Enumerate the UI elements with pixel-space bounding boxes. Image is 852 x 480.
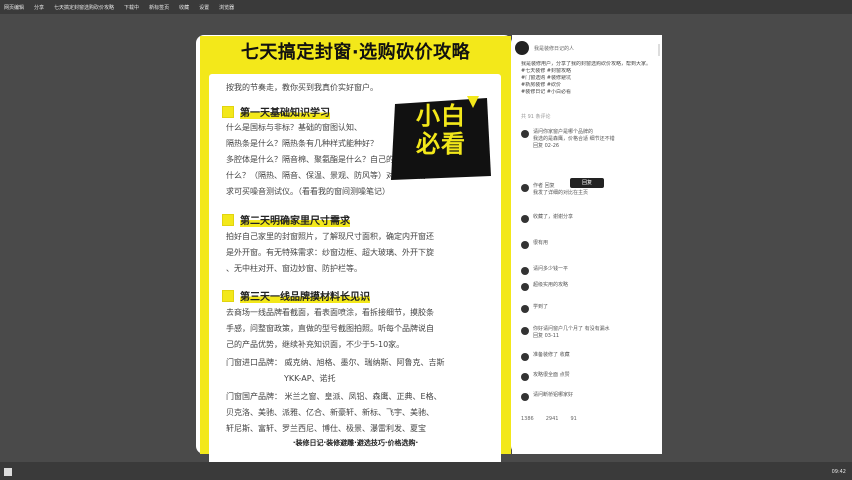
- avatar[interactable]: [521, 184, 529, 192]
- taskbar: [0, 462, 852, 480]
- brand-list-line: 贝克洛、美驰、派雅、亿合、新豪轩、新标、飞宇、美驰、: [226, 408, 434, 417]
- comment-item[interactable]: 准备装修了 收藏: [521, 352, 653, 361]
- comment-item[interactable]: 攻略很全面 点赞: [521, 372, 653, 381]
- avatar[interactable]: [521, 130, 529, 138]
- poster-footer: ·装修日记·装修避雕·避选技巧·价格选购·: [292, 439, 419, 447]
- section-2-line: 是外开窗。有无特殊需求：纱窗边框、超大玻璃、外开下旋: [226, 248, 434, 257]
- avatar[interactable]: [521, 305, 529, 313]
- comment-item[interactable]: 收藏了，谢谢分享: [521, 214, 653, 223]
- avatar[interactable]: [521, 327, 529, 335]
- brand-list-line: YKK-AP、诺托: [284, 374, 336, 383]
- tab-item[interactable]: 收藏: [179, 4, 189, 11]
- comment-item[interactable]: 超级实用的攻略: [521, 282, 653, 291]
- tab-item[interactable]: 网页编辑: [4, 4, 24, 11]
- comment-item[interactable]: 请问多少钱一平: [521, 266, 653, 275]
- comment-item[interactable]: 学到了: [521, 304, 653, 313]
- square-bullet-icon: [222, 213, 234, 226]
- action-bar: 1386 2941 91: [521, 416, 577, 422]
- comment-item[interactable]: 请问你家窗户是哪个品牌的 我选的是森鹰，价格合适 细节还不错 回复 02-26: [521, 129, 653, 150]
- collect-button[interactable]: 2941: [546, 416, 559, 422]
- brand-list-line: 门窗进口品牌： 威克纳、旭格、墨尔、瑞纳斯、阿鲁克、吉斯: [226, 358, 445, 367]
- reply-tooltip[interactable]: 回复: [570, 178, 604, 188]
- section-1-line: 什么是国标与非标？基础的窗图认知、: [226, 123, 362, 132]
- avatar[interactable]: [521, 353, 529, 361]
- comment-item[interactable]: 请问断桥铝哪家好: [521, 392, 653, 401]
- avatar[interactable]: [521, 267, 529, 275]
- tab-item[interactable]: 浏览器: [219, 4, 234, 11]
- tab-item[interactable]: 设置: [199, 4, 209, 11]
- avatar[interactable]: [521, 215, 529, 223]
- avatar[interactable]: [521, 241, 529, 249]
- comment-count: 共 91 条评论: [521, 114, 551, 120]
- comment-item[interactable]: 很有用: [521, 240, 653, 249]
- post-description: 我是装修用户，分享了我的封窗选购砍价攻略，帮到大家。 #七天装修 #封窗攻略 #…: [521, 61, 652, 95]
- tab-item[interactable]: 七天搞定封窗选购砍价攻略: [54, 4, 114, 11]
- comment-button[interactable]: 91: [570, 416, 576, 422]
- clock: 09:42: [831, 469, 846, 475]
- section-2-heading: 第二天明确家里尺寸需求: [222, 212, 350, 227]
- avatar[interactable]: [515, 41, 529, 55]
- brand-list-line: 门窗国产品牌： 米兰之窗、皇派、凤铝、森鹰、正典、E格、: [226, 392, 442, 401]
- browser-tab-bar: 网页编辑 分享 七天搞定封窗选购砍价攻略 下载中 新标签页 收藏 设置 浏览器: [0, 0, 852, 14]
- avatar[interactable]: [521, 283, 529, 291]
- avatar[interactable]: [521, 373, 529, 381]
- section-2-line: 、无中柱对开、窗边妙窗、防护栏等。: [226, 264, 362, 273]
- tab-item[interactable]: 分享: [34, 4, 44, 11]
- poster-image[interactable]: 七天搞定封窗·选购砍价攻略 按我的节奏走，教你买到我真价实好窗户。 第一天基础知…: [200, 36, 511, 467]
- start-icon[interactable]: [4, 468, 12, 476]
- section-2-line: 拍好自己家里的封窗照片，了解现尺寸面积，确定内开窗还: [226, 232, 434, 241]
- author-row[interactable]: 我是装修日记的人: [515, 41, 574, 55]
- section-1-heading: 第一天基础知识学习: [222, 104, 330, 119]
- tab-item[interactable]: 新标签页: [149, 4, 169, 11]
- like-button[interactable]: 1386: [521, 416, 534, 422]
- section-3-line: 去商场一线品牌看截面，看表面喷涂，看拆接细节，摸胶条: [226, 308, 434, 317]
- section-3-line: 己的产品优势，继续补充知识面，不少于5-10家。: [226, 340, 405, 349]
- author-name[interactable]: 我是装修日记的人: [534, 45, 574, 52]
- avatar[interactable]: [521, 393, 529, 401]
- poster-intro: 按我的节奏走，教你买到我真价实好窗户。: [226, 83, 378, 92]
- comment-item[interactable]: 你好请问窗户几个月了 有没有漏水 回复 03-11: [521, 326, 653, 340]
- section-1-line: 求可买噪音测试仪。（看看我的窗间测噪笔记）: [226, 187, 390, 196]
- poster-title: 七天搞定封窗·选购砍价攻略: [240, 42, 471, 63]
- scrollbar[interactable]: [658, 44, 660, 56]
- square-bullet-icon: [222, 289, 234, 302]
- badge-text: 小白 必看: [416, 102, 466, 158]
- section-3-line: 手感，问整窗政策，直做的型号截图拍照。听每个品牌说自: [226, 324, 434, 333]
- square-bullet-icon: [222, 105, 234, 118]
- section-1-line: 隔热条是什么？隔热条有几种样式能种好？: [226, 139, 378, 148]
- newbie-badge: 小白 必看: [387, 96, 495, 182]
- brand-list-line: 轩尼斯、富轩、罗兰西尼、博仕、极景、瀑雷利发、夏宝: [226, 424, 426, 433]
- section-3-heading: 第三天一线品牌摸材料长见识: [222, 288, 370, 303]
- tab-item[interactable]: 下载中: [124, 4, 139, 11]
